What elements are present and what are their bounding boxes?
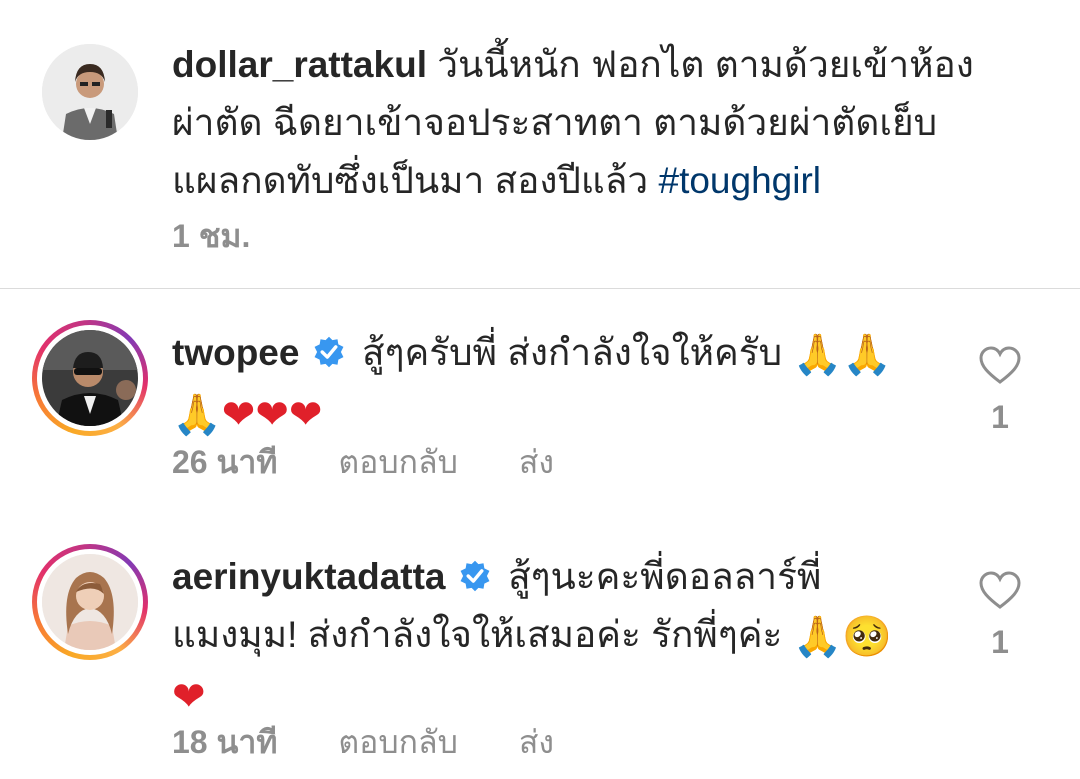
pray-pleading-emoji-icon: 🙏🥺 [792, 614, 893, 660]
comment-username[interactable]: aerinyuktadatta [172, 556, 446, 597]
caption-text: dollar_rattakul วันนี้หนัก ฟอกไต ตามด้วย… [172, 36, 1032, 210]
comment-meta: 26 นาที ตอบกลับ ส่ง [172, 442, 606, 482]
comment-text: aerinyuktadatta สู้ๆนะคะพี่ดอลลาร์พี่ แม… [172, 548, 972, 726]
comment-line-1: สู้ๆครับพี่ ส่งกำลังใจให้ครับ [362, 332, 783, 373]
avatar [42, 554, 138, 650]
story-ring[interactable] [32, 544, 148, 660]
comment-like: 1 [978, 345, 1022, 436]
like-count: 1 [991, 624, 1009, 660]
send-button[interactable]: ส่ง [519, 444, 554, 480]
heart-outline-icon[interactable] [978, 345, 1022, 385]
story-ring[interactable] [32, 320, 148, 436]
comment-line-2: แมงมุม! ส่งกำลังใจให้เสมอค่ะ รักพี่ๆค่ะ [172, 614, 783, 655]
comments-screen: dollar_rattakul วันนี้หนัก ฟอกไต ตามด้วย… [0, 0, 1080, 779]
caption-line-3: แผลกดทับซึ่งเป็นมา สองปีแล้ว [172, 160, 649, 201]
comment-text: twopee สู้ๆครับพี่ ส่งกำลังใจให้ครับ 🙏🙏 … [172, 324, 972, 444]
post-caption: dollar_rattakul วันนี้หนัก ฟอกไต ตามด้วย… [0, 0, 1080, 289]
comment-username[interactable]: twopee [172, 332, 299, 373]
verified-badge-icon [314, 336, 344, 368]
caption-line-2: ผ่าตัด ฉีดยาเข้าจอประสาทตา ตามด้วยผ่าตัด… [172, 102, 938, 143]
heart-outline-icon[interactable] [978, 570, 1022, 610]
comment-line-1: สู้ๆนะคะพี่ดอลลาร์พี่ [508, 556, 822, 597]
hashtag-link[interactable]: #toughgirl [659, 160, 822, 201]
like-count: 1 [991, 399, 1009, 435]
comment-like: 1 [978, 570, 1022, 661]
heart-emoji-icon: 🙏❤❤❤ [172, 392, 323, 438]
comment-meta: 18 นาที ตอบกลับ ส่ง [172, 722, 606, 762]
comment-timestamp: 18 นาที [172, 724, 278, 760]
caption-line-1: วันนี้หนัก ฟอกไต ตามด้วยเข้าห้อง [437, 44, 974, 85]
comment-timestamp: 26 นาที [172, 444, 278, 480]
reply-button[interactable]: ตอบกลับ [338, 724, 458, 760]
avatar[interactable] [42, 44, 138, 140]
avatar [42, 330, 138, 426]
pray-emoji-icon: 🙏🙏 [792, 332, 893, 378]
verified-badge-icon [460, 560, 490, 592]
reply-button[interactable]: ตอบกลับ [338, 444, 458, 480]
heart-emoji-icon: ❤ [172, 674, 206, 720]
caption-username[interactable]: dollar_rattakul [172, 44, 427, 85]
send-button[interactable]: ส่ง [519, 724, 554, 760]
caption-timestamp: 1 ชม. [172, 218, 251, 254]
